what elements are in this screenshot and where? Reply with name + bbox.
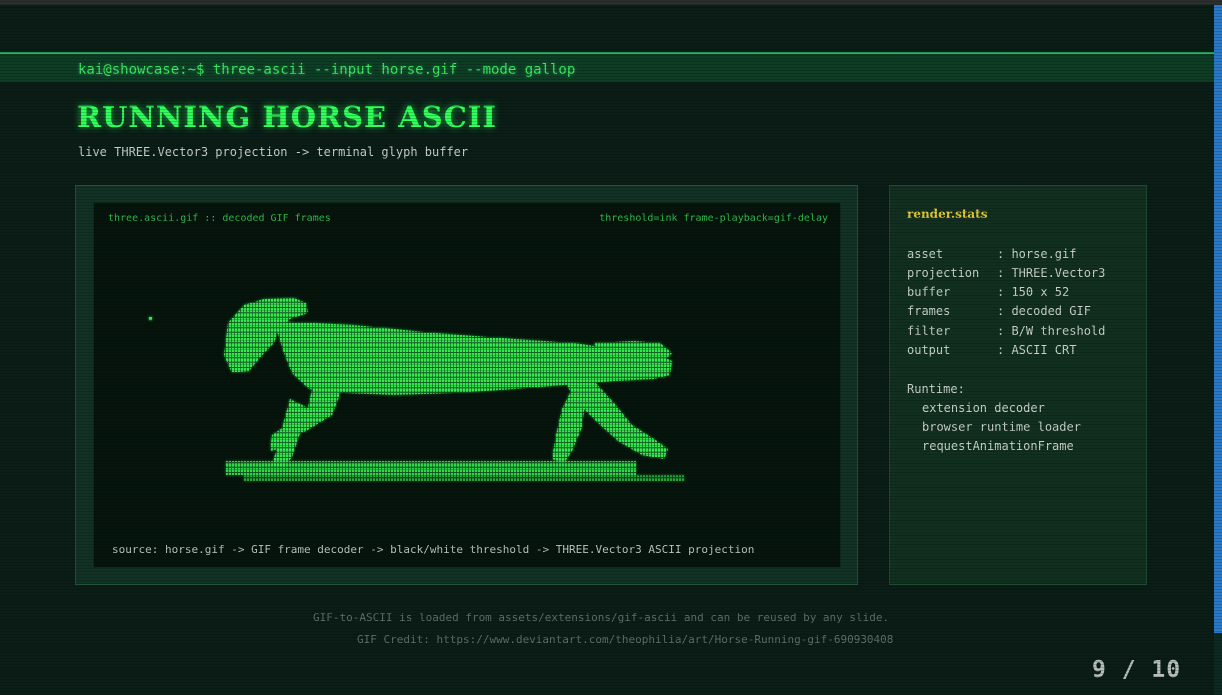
slide-subtitle: live THREE.Vector3 projection -> termina… (78, 145, 469, 159)
slide-page-indicator: 9 / 10 (1092, 657, 1182, 683)
footer-credit: GIF Credit: https://www.deviantart.com/t… (357, 633, 894, 646)
scrollbar-thumb[interactable] (1214, 5, 1222, 633)
slide-title: RUNNING HORSE ASCII (77, 100, 497, 134)
horse-ground-shadow (226, 461, 636, 475)
runtime-heading: Runtime: (907, 382, 965, 396)
render-stats-panel: render.stats asset: horse.gif projection… (889, 185, 1147, 585)
footer-note: GIF-to-ASCII is loaded from assets/exten… (313, 611, 890, 624)
stats-title: render.stats (907, 207, 988, 221)
runtime-item: extension decoder (922, 401, 1045, 415)
runtime-item: requestAnimationFrame (922, 439, 1074, 453)
stray-glyph (149, 317, 152, 320)
crt-screen: three.ascii.gif :: decoded GIF frames th… (93, 202, 841, 568)
runtime-item: browser runtime loader (922, 420, 1081, 434)
ascii-horse-silhouette (149, 298, 684, 481)
horse-glyph-region (552, 389, 586, 463)
terminal-prompt: kai@showcase:~$ three-ascii --input hors… (78, 62, 576, 78)
stat-row-output: output: ASCII CRT (907, 343, 1077, 357)
horse-ground-shadow (244, 475, 684, 481)
stat-row-buffer: buffer: 150 x 52 (907, 285, 1070, 299)
window-top-edge (0, 0, 1222, 5)
ascii-render-panel: three.ascii.gif :: decoded GIF frames th… (75, 185, 858, 585)
screen-label-left: three.ascii.gif :: decoded GIF frames (108, 213, 331, 224)
ascii-horse-canvas (149, 298, 684, 481)
stat-row-filter: filter: B/W threshold (907, 324, 1106, 338)
screen-label-right: threshold=ink frame-playback=gif-delay (599, 213, 828, 224)
stat-row-projection: projection: THREE.Vector3 (907, 266, 1106, 280)
pipeline-source-caption: source: horse.gif -> GIF frame decoder -… (112, 543, 755, 556)
stat-row-frames: frames: decoded GIF (907, 304, 1091, 318)
stat-row-asset: asset: horse.gif (907, 247, 1077, 261)
